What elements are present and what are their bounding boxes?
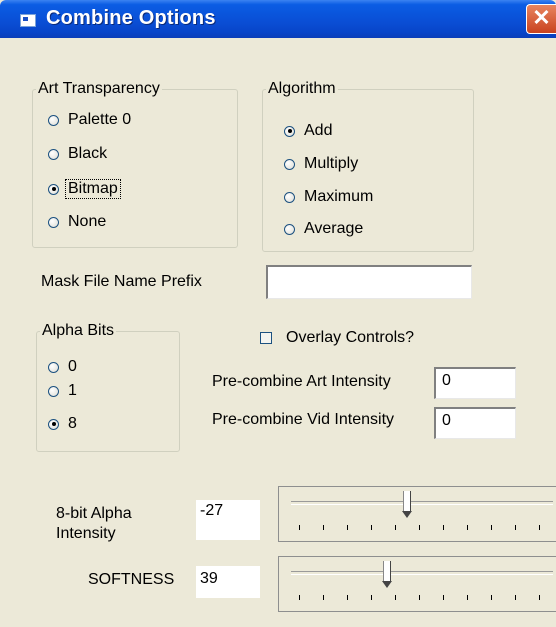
slider-tick [299,595,300,600]
slider-tick [467,595,468,600]
radio-bitmap[interactable]: Bitmap [48,179,121,199]
slider-tick [515,595,516,600]
radio-label: 0 [68,358,77,375]
slider-tick [323,595,324,600]
slider-tick [371,595,372,600]
radio-label: 8 [68,415,77,432]
close-button[interactable]: ✕ [526,4,556,34]
radio-selected-icon [48,183,59,195]
slider-tick [323,525,324,530]
precombine-art-label: Pre-combine Art Intensity [212,373,391,390]
mask-prefix-input[interactable] [266,265,472,299]
radio-none[interactable]: None [48,213,106,231]
softness-label: SOFTNESS [88,571,175,588]
radio-selected-icon [284,125,295,137]
slider-tick [347,525,348,530]
radio-maximum[interactable]: Maximum [284,188,373,206]
slider-tick [467,525,468,530]
app-window-icon [20,14,36,27]
radio-circle-icon [284,191,295,203]
radio-black[interactable]: Black [48,145,107,163]
window-title: Combine Options [46,7,216,29]
radio-label: Palette 0 [68,111,132,128]
alpha-intensity-label-line2: Intensity [56,525,116,542]
radio-label: None [68,213,107,230]
slider-tick [443,595,444,600]
radio-label: Add [304,122,333,139]
radio-circle-icon [48,385,59,397]
slider-tick [443,525,444,530]
slider-tick [395,525,396,530]
slider-tick [539,595,540,600]
radio-alpha-0[interactable]: 0 [48,358,77,376]
slider-tick [299,525,300,530]
radio-circle-icon [284,223,295,235]
radio-add[interactable]: Add [284,122,332,140]
mask-prefix-label: Mask File Name Prefix [41,273,202,290]
slider-tick [491,595,492,600]
radio-label: 1 [68,382,77,399]
radio-average[interactable]: Average [284,220,363,238]
slider-tick [515,525,516,530]
slider-tick [371,525,372,530]
title-bar[interactable]: Combine Options ✕ [0,0,556,38]
radio-label: Maximum [304,188,374,205]
softness-slider[interactable] [278,556,556,612]
alpha-intensity-label-line1: 8-bit Alpha [56,505,132,522]
slider-thumb[interactable] [382,561,392,588]
precombine-vid-input[interactable]: 0 [434,407,516,439]
slider-tick [419,525,420,530]
slider-track [291,571,553,575]
radio-label: Bitmap [65,179,121,199]
slider-thumb[interactable] [402,491,412,518]
alpha-bits-legend: Alpha Bits [42,322,115,339]
radio-palette-0[interactable]: Palette 0 [48,111,131,129]
art-transparency-legend: Art Transparency [38,80,160,97]
radio-alpha-8[interactable]: 8 [48,415,77,433]
softness-value[interactable]: 39 [196,566,260,598]
slider-tick [419,595,420,600]
slider-tick [395,595,396,600]
overlay-controls-label: Overlay Controls? [286,329,415,346]
precombine-vid-label: Pre-combine Vid Intensity [212,411,395,428]
radio-label: Black [68,145,108,162]
radio-circle-icon [48,148,59,160]
radio-circle-icon [48,361,59,373]
slider-tick [347,595,348,600]
radio-label: Multiply [304,155,359,172]
precombine-art-input[interactable]: 0 [434,367,516,399]
alpha-intensity-slider[interactable] [278,486,556,542]
radio-circle-icon [48,216,59,228]
slider-tick [491,525,492,530]
overlay-controls-checkbox[interactable] [260,332,272,344]
alpha-intensity-value[interactable]: -27 [196,500,260,540]
algorithm-legend: Algorithm [268,80,336,97]
radio-alpha-1[interactable]: 1 [48,382,77,400]
radio-multiply[interactable]: Multiply [284,155,358,173]
slider-track [291,501,553,505]
radio-selected-icon [48,418,59,430]
slider-tick [539,525,540,530]
radio-circle-icon [284,158,295,170]
radio-label: Average [304,220,364,237]
radio-circle-icon [48,114,59,126]
